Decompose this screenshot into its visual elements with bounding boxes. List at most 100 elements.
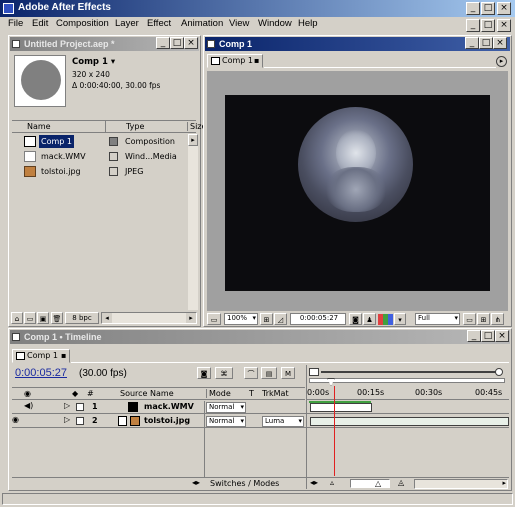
menu-layer[interactable]: Layer	[115, 18, 139, 29]
menu-file[interactable]: File	[8, 18, 23, 29]
zoom-arrows-icon[interactable]: ◂▸	[310, 478, 318, 487]
comp-marker-button[interactable]: ◙	[197, 367, 211, 379]
tab-close-icon[interactable]: ▪	[254, 55, 259, 67]
always-preview-button[interactable]: ▭	[207, 313, 221, 325]
switches-arrow-icon[interactable]: ◂▸	[192, 478, 200, 487]
tab-close-icon[interactable]: ▪	[61, 350, 66, 362]
col-source-name[interactable]: Source Name	[120, 389, 174, 398]
motion-blur-button[interactable]: M	[281, 367, 295, 379]
menu-composition[interactable]: Composition	[56, 18, 109, 29]
trash-button[interactable]: 🗑	[51, 312, 63, 324]
layer-name[interactable]: mack.WMV	[144, 402, 194, 411]
mode-label: Normal	[209, 403, 235, 411]
live-update-button[interactable]: ⌘	[215, 367, 233, 379]
zoom-slider[interactable]: △	[350, 479, 390, 488]
col-name[interactable]: Name	[27, 122, 51, 131]
channels-icon[interactable]	[378, 314, 393, 325]
new-comp-button[interactable]: ▣	[37, 312, 49, 324]
switches-modes-toggle[interactable]: Switches / Modes	[210, 479, 279, 488]
comp-maximize-button[interactable]: □	[479, 37, 493, 49]
mode-select[interactable]: Normal ▾	[206, 416, 246, 427]
tab-comp-1[interactable]: Comp 1 ▪	[207, 54, 263, 68]
tab-timeline-comp-1[interactable]: Comp 1 ▪	[12, 349, 70, 363]
timeline-maximize-button[interactable]: □	[481, 330, 495, 342]
tab-label: Comp 1	[27, 351, 58, 360]
work-area-bar[interactable]	[309, 378, 505, 383]
scroll-right-icon[interactable]: ▸	[186, 313, 196, 323]
work-area-highlight	[309, 401, 371, 428]
close-button[interactable]: ×	[497, 2, 511, 15]
comp-flowchart-button[interactable]: ⋔	[491, 313, 504, 325]
project-maximize-button[interactable]: □	[170, 37, 184, 49]
snapshot-button[interactable]: ◙	[349, 313, 362, 325]
safe-zones-button[interactable]: ⊞	[260, 313, 273, 325]
doc-close-button[interactable]: ×	[497, 19, 511, 32]
trkmat-select[interactable]: Luma ▾	[262, 416, 304, 427]
expand-arrow-icon[interactable]: ▷	[64, 415, 70, 424]
layer-name[interactable]: tolstoi.jpg	[144, 416, 190, 425]
list-item[interactable]: mack.WMV Wind...Media	[12, 149, 188, 164]
comp-close-button[interactable]: ×	[493, 37, 507, 49]
col-mode[interactable]: Mode	[206, 389, 231, 398]
draft-3d-button[interactable]: ⌒	[244, 367, 258, 379]
zoom-thumb[interactable]: △	[375, 479, 381, 488]
layer-row[interactable]: ◀) ▷ 1 mack.WMV Normal ▾	[12, 401, 509, 414]
label-color[interactable]	[76, 417, 84, 425]
menu-window[interactable]: Window	[258, 18, 292, 29]
project-hscroll[interactable]: ◂ ▸	[101, 312, 197, 324]
timeline-close-button[interactable]: ×	[495, 330, 509, 342]
maximize-button[interactable]: □	[481, 2, 495, 15]
bpc-button[interactable]: 8 bpc	[65, 312, 99, 324]
new-folder-button[interactable]: ▭	[24, 312, 36, 324]
layer-number: 2	[92, 416, 98, 425]
current-time-field[interactable]: 0:00:05:27	[290, 313, 346, 325]
navigator-end-icon[interactable]	[495, 368, 503, 376]
list-item[interactable]: tolstoi.jpg JPEG	[12, 164, 188, 179]
scroll-right-icon[interactable]: ▸	[188, 134, 198, 146]
timeline-minimize-button[interactable]: _	[467, 330, 481, 342]
comp-options-button[interactable]: ▸	[496, 56, 507, 67]
project-minimize-button[interactable]: _	[156, 37, 170, 49]
col-t[interactable]: T	[249, 389, 254, 398]
menu-help[interactable]: Help	[298, 18, 318, 29]
comp-viewer[interactable]	[207, 71, 508, 311]
menu-edit[interactable]: Edit	[32, 18, 48, 29]
show-snapshot-button[interactable]: ♟	[363, 313, 376, 325]
eye-icon[interactable]: ◉	[12, 415, 19, 424]
zoom-select[interactable]: 100% ▾	[224, 313, 258, 325]
col-trkmat[interactable]: TrkMat	[262, 389, 289, 398]
scroll-right-icon[interactable]: ▸	[502, 479, 506, 487]
current-time-indicator[interactable]	[334, 386, 335, 476]
scroll-left-icon[interactable]: ◂	[102, 313, 112, 323]
mode-select[interactable]: Normal ▾	[206, 402, 246, 413]
interpret-footage-button[interactable]: ⌂	[11, 312, 23, 324]
menu-effect[interactable]: Effect	[147, 18, 171, 29]
layer-row[interactable]: ◉ ▷ 2 tolstoi.jpg Normal ▾ Luma ▾	[12, 415, 509, 428]
timeline-hscroll[interactable]: ▸	[414, 479, 508, 489]
menu-view[interactable]: View	[229, 18, 249, 29]
doc-minimize-button[interactable]: _	[466, 19, 480, 32]
mask-view-button[interactable]: ◿	[274, 313, 287, 325]
project-close-button[interactable]: ×	[184, 37, 198, 49]
time-navigator[interactable]	[309, 365, 509, 385]
timeline-timecode[interactable]: 0:00:05:27	[15, 367, 67, 379]
label-color[interactable]	[76, 403, 84, 411]
time-ruler[interactable]: 0:00s 00:15s 00:30s 00:45s	[307, 378, 509, 400]
col-type[interactable]: Type	[126, 122, 144, 131]
transparency-grid-button[interactable]: ⊞	[477, 313, 490, 325]
resolution-select[interactable]: Full ▾	[415, 313, 460, 325]
menu-animation[interactable]: Animation	[181, 18, 223, 29]
channel-select-button[interactable]: ▾	[394, 313, 406, 325]
frame-blending-button[interactable]: ▤	[261, 367, 277, 379]
navigator-start-icon[interactable]	[309, 368, 319, 376]
audio-icon[interactable]: ◀)	[24, 401, 33, 410]
zoom-in-icon[interactable]: ◬	[398, 478, 404, 487]
minimize-button[interactable]: _	[466, 2, 480, 15]
expand-arrow-icon[interactable]: ▷	[64, 401, 70, 410]
doc-restore-button[interactable]: □	[481, 19, 495, 32]
list-item[interactable]: Comp 1 Composition	[12, 134, 188, 149]
roi-button[interactable]: ▭	[463, 313, 476, 325]
comp-minimize-button[interactable]: _	[465, 37, 479, 49]
project-scrollbar[interactable]: ▸	[188, 134, 198, 310]
zoom-out-icon[interactable]: ▵	[330, 478, 334, 487]
